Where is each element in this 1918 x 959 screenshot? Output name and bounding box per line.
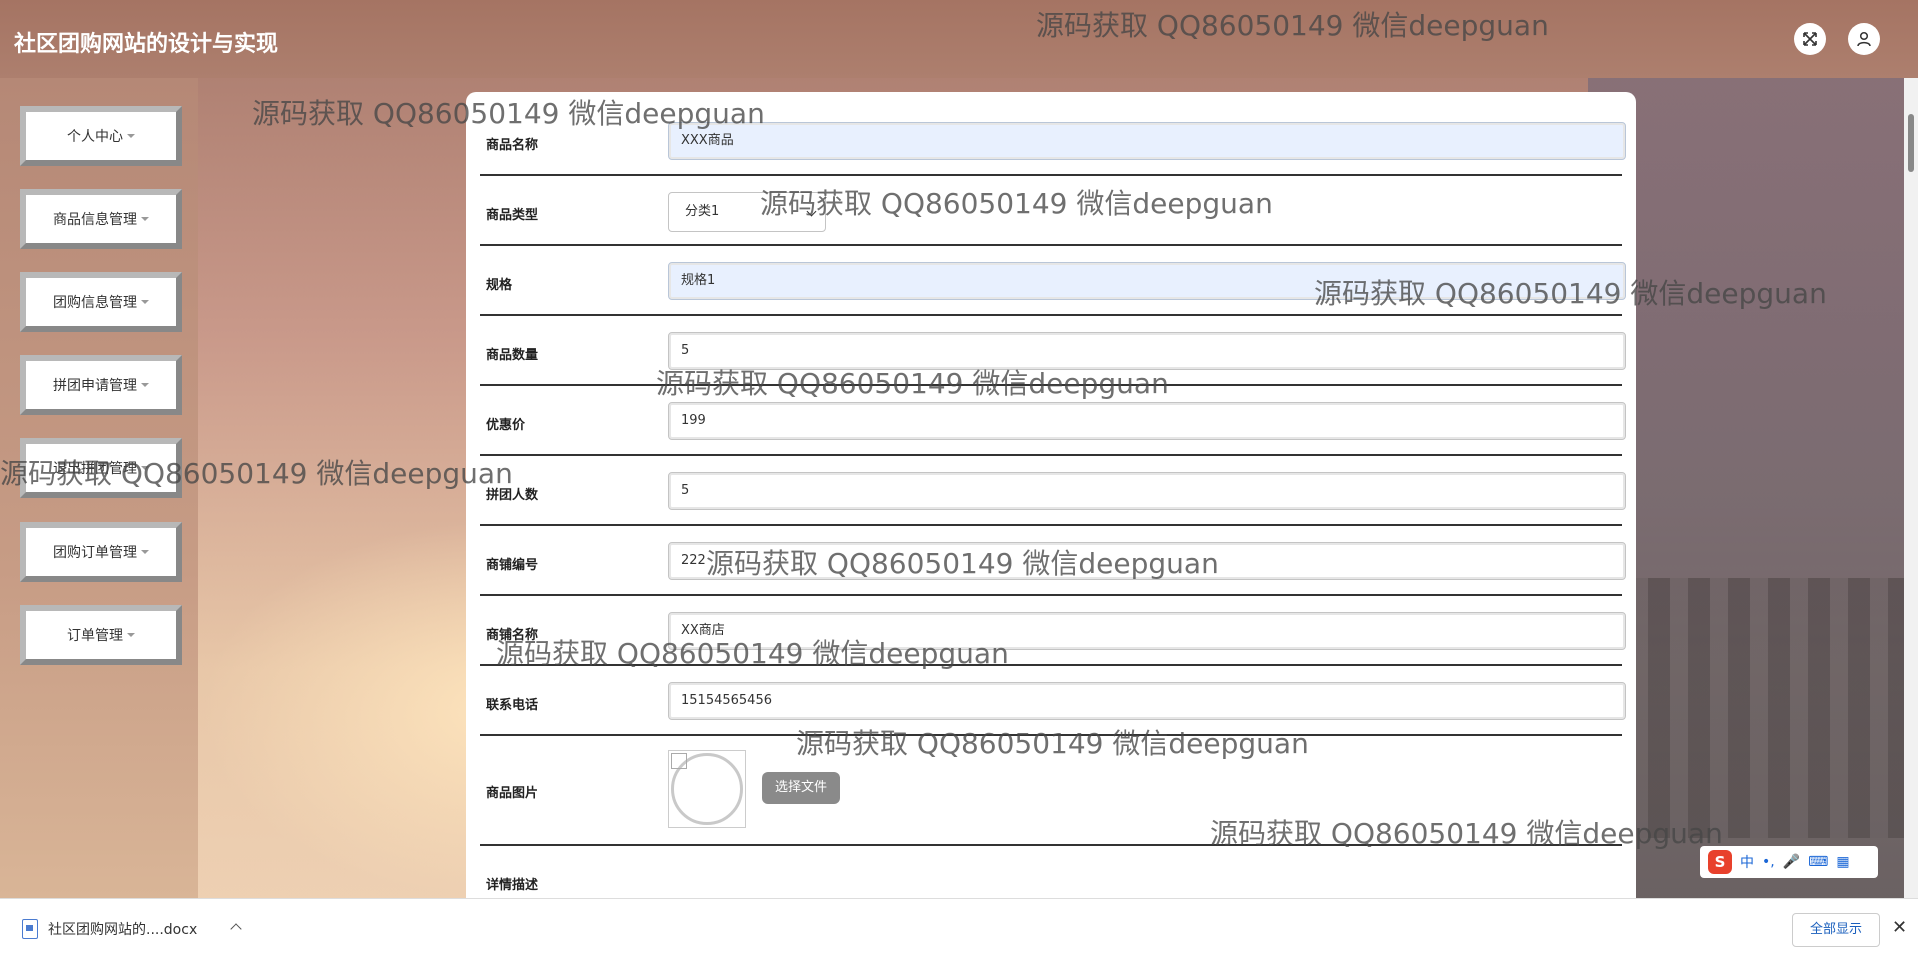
watermark: 源码获取 QQ86050149 微信deepguan bbox=[760, 187, 1273, 220]
watermark: 源码获取 QQ86050149 微信deepguan bbox=[252, 97, 765, 130]
form-row-group-size: 拼团人数 5 bbox=[480, 454, 1626, 526]
field-label: 商品名称 bbox=[486, 138, 539, 153]
download-filename[interactable]: 社区团购网站的....docx bbox=[48, 919, 197, 939]
sidebar-item-label: 拼团申请管理 bbox=[53, 378, 137, 394]
phone-input[interactable]: 15154565456 bbox=[668, 682, 1626, 720]
background-city bbox=[1588, 78, 1918, 898]
caret-down-icon bbox=[141, 217, 149, 221]
field-label: 规格 bbox=[486, 278, 513, 293]
app-title: 社区团购网站的设计与实现 bbox=[14, 32, 279, 57]
product-image-preview bbox=[668, 750, 746, 828]
caret-down-icon bbox=[141, 300, 149, 304]
field-label: 商铺编号 bbox=[486, 558, 539, 573]
close-icon[interactable]: ✕ bbox=[1892, 917, 1907, 938]
watermark: 源码获取 QQ86050149 微信deepguan bbox=[1314, 277, 1827, 310]
select-value: 分类1 bbox=[685, 204, 720, 219]
sidebar-item-group-apply-management[interactable]: 拼团申请管理 bbox=[20, 355, 182, 415]
watermark: 源码获取 QQ86050149 微信deepguan bbox=[706, 547, 1219, 580]
chevron-up-icon[interactable] bbox=[230, 923, 242, 935]
sidebar-item-label: 团购信息管理 bbox=[53, 295, 137, 311]
top-bar: 社区团购网站的设计与实现 bbox=[0, 0, 1918, 78]
microphone-icon[interactable]: 🎤 bbox=[1783, 854, 1800, 870]
caret-down-icon bbox=[141, 550, 149, 554]
sidebar-item-label: 订单管理 bbox=[67, 628, 123, 644]
word-document-icon bbox=[22, 919, 38, 939]
sidebar-item-product-management[interactable]: 商品信息管理 bbox=[20, 189, 182, 249]
caret-down-icon bbox=[127, 633, 135, 637]
sidebar-item-label: 团购订单管理 bbox=[53, 545, 137, 561]
download-bar: 社区团购网站的....docx 全部显示 ✕ bbox=[0, 898, 1918, 959]
product-name-input[interactable]: XXX商品 bbox=[668, 122, 1626, 160]
sidebar-item-groupbuy-management[interactable]: 团购信息管理 bbox=[20, 272, 182, 332]
watermark: 源码获取 QQ86050149 微信deepguan bbox=[496, 637, 1009, 670]
choose-file-button[interactable]: 选择文件 bbox=[762, 772, 840, 804]
discount-price-input[interactable]: 199 bbox=[668, 402, 1626, 440]
field-label: 商品图片 bbox=[486, 786, 539, 801]
caret-down-icon bbox=[127, 134, 135, 138]
watermark: 源码获取 QQ86050149 微信deepguan bbox=[0, 457, 513, 490]
sidebar-item-groupbuy-order-management[interactable]: 团购订单管理 bbox=[20, 522, 182, 582]
form-row-description: 详情描述 bbox=[480, 844, 1622, 898]
field-label: 优惠价 bbox=[486, 418, 526, 433]
grid-menu-icon[interactable]: ▦ bbox=[1836, 854, 1849, 870]
watermark: 源码获取 QQ86050149 微信deepguan bbox=[796, 727, 1309, 760]
sogou-logo-icon[interactable]: S bbox=[1708, 850, 1732, 874]
group-size-input[interactable]: 5 bbox=[668, 472, 1626, 510]
sidebar-item-personal-center[interactable]: 个人中心 bbox=[20, 106, 182, 166]
field-label: 商品数量 bbox=[486, 348, 539, 363]
show-all-button[interactable]: 全部显示 bbox=[1792, 913, 1880, 947]
caret-down-icon bbox=[141, 383, 149, 387]
sidebar-item-label: 商品信息管理 bbox=[53, 212, 137, 228]
broken-image-icon bbox=[671, 753, 687, 769]
ime-punctuation-icon[interactable]: •, bbox=[1762, 854, 1775, 870]
download-item[interactable]: 社区团购网站的....docx bbox=[22, 919, 197, 939]
fullscreen-exit-icon[interactable] bbox=[1794, 23, 1826, 55]
sidebar-item-label: 个人中心 bbox=[67, 129, 123, 145]
field-label: 联系电话 bbox=[486, 698, 539, 713]
sidebar-item-order-management[interactable]: 订单管理 bbox=[20, 605, 182, 665]
scrollbar-thumb[interactable] bbox=[1908, 114, 1914, 172]
watermark: 源码获取 QQ86050149 微信deepguan bbox=[1036, 9, 1549, 42]
keyboard-icon[interactable]: ⌨ bbox=[1808, 854, 1828, 870]
page-scrollbar[interactable] bbox=[1904, 78, 1918, 898]
watermark: 源码获取 QQ86050149 微信deepguan bbox=[1210, 817, 1723, 850]
user-icon[interactable] bbox=[1848, 23, 1880, 55]
ime-mode-chinese[interactable]: 中 bbox=[1740, 852, 1754, 872]
watermark: 源码获取 QQ86050149 微信deepguan bbox=[656, 367, 1169, 400]
ime-toolbar[interactable]: S 中 •, 🎤 ⌨ ▦ bbox=[1700, 846, 1878, 878]
field-label: 详情描述 bbox=[486, 878, 539, 893]
field-label: 商品类型 bbox=[486, 208, 539, 223]
